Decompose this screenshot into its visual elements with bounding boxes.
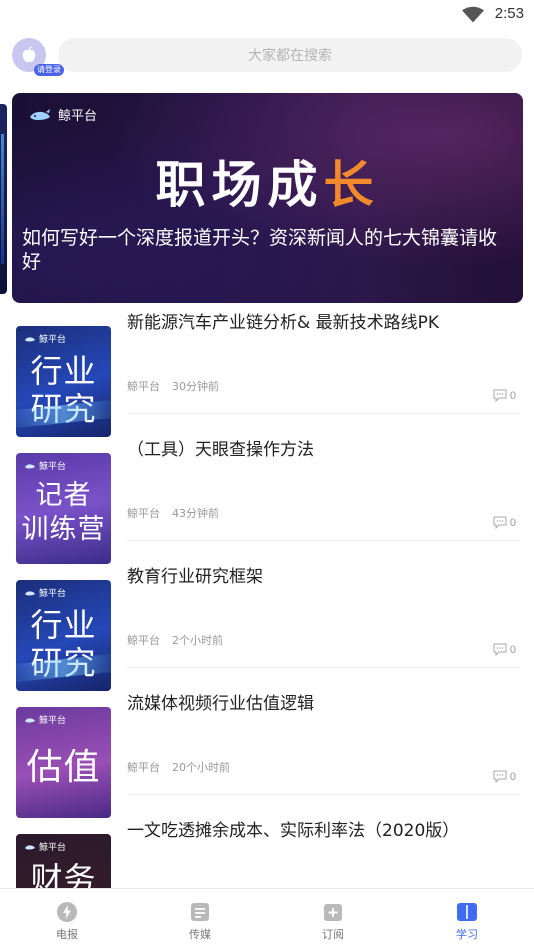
thumb-title: 记者 训练营 — [16, 479, 111, 547]
article-source: 鲸平台 — [127, 634, 160, 647]
tab-label: 电报 — [56, 928, 78, 941]
comment-icon — [493, 389, 507, 402]
article-thumbnail: 鲸平台 估值 — [16, 707, 111, 818]
tab-label: 订阅 — [322, 928, 344, 941]
article-thumbnail: 鲸平台 行业 研究 — [16, 580, 111, 691]
list-item[interactable]: 鲸平台 估值 流媒体视频行业估值逻辑 鲸平台 20个小时前 0 — [0, 689, 534, 818]
login-badge[interactable]: 请登录 — [34, 64, 64, 76]
search-input[interactable]: 大家都在搜索 — [58, 38, 522, 72]
thumb-brand-name: 鲸平台 — [39, 843, 67, 853]
comment-icon — [493, 516, 507, 529]
comment-number: 0 — [509, 770, 516, 783]
list-item[interactable]: 鲸平台 行业 研究 教育行业研究框架 鲸平台 2个小时前 0 — [0, 562, 534, 691]
comment-icon — [493, 770, 507, 783]
thumb-line-1: 行业 — [30, 606, 97, 644]
document-icon — [191, 903, 209, 921]
article-title[interactable]: 新能源汽车产业链分析& 最新技术路线PK — [127, 312, 514, 334]
article-title[interactable]: 流媒体视频行业估值逻辑 — [127, 693, 514, 715]
article-thumbnail: 鲸平台 记者 训练营 — [16, 453, 111, 564]
article-title[interactable]: 教育行业研究框架 — [127, 566, 514, 588]
add-subscription-icon — [324, 904, 342, 921]
divider — [127, 413, 518, 414]
banner-carousel[interactable]: 鲸平台 职场成长 如何写好一个深度报道开头？资深新闻人的七大锦囊请收好 — [12, 93, 523, 303]
comment-count[interactable]: 0 — [493, 389, 516, 402]
thumb-brand: 鲸平台 — [24, 840, 66, 853]
thumb-brand: 鲸平台 — [24, 586, 66, 599]
tab-label: 学习 — [456, 928, 478, 941]
article-meta: 鲸平台 30分钟前 — [127, 378, 219, 394]
thumb-brand: 鲸平台 — [24, 332, 66, 345]
article-meta: 鲸平台 43分钟前 — [127, 505, 219, 521]
comment-icon — [493, 643, 507, 656]
thumb-brand-name: 鲸平台 — [39, 462, 67, 472]
banner-headline-accent: 长 — [323, 155, 380, 214]
lightning-icon — [57, 902, 77, 922]
search-placeholder: 大家都在搜索 — [248, 48, 332, 64]
whale-logo-icon — [25, 336, 35, 341]
thumb-line-2: 训练营 — [21, 514, 106, 545]
thumb-title: 估值 — [16, 749, 111, 787]
thumb-line-2: 估值 — [26, 747, 101, 788]
list-item[interactable]: 鲸平台 记者 训练营 （工具）天眼查操作方法 鲸平台 43分钟前 0 — [0, 435, 534, 564]
banner-brand: 鲸平台 — [28, 105, 97, 124]
comment-number: 0 — [509, 389, 516, 402]
thumb-line-1: 记者 — [35, 480, 92, 511]
article-source: 鲸平台 — [127, 507, 160, 520]
article-time: 2个小时前 — [172, 634, 223, 647]
whale-logo-icon — [25, 463, 35, 468]
article-meta: 鲸平台 20个小时前 — [127, 759, 230, 775]
comment-count[interactable]: 0 — [493, 516, 516, 529]
tab-learning[interactable]: 学习 — [427, 901, 507, 942]
divider — [127, 794, 518, 795]
thumb-brand: 鲸平台 — [24, 459, 66, 472]
thumb-brand-name: 鲸平台 — [39, 589, 67, 599]
status-bar: 2:53 — [0, 0, 534, 30]
banner-brand-name: 鲸平台 — [58, 109, 98, 124]
comment-count[interactable]: 0 — [493, 643, 516, 656]
thumb-brand-name: 鲸平台 — [39, 335, 67, 345]
comment-number: 0 — [509, 516, 516, 529]
whale-logo-icon — [25, 717, 35, 722]
tab-telegraph[interactable]: 电报 — [27, 901, 107, 942]
whale-logo-icon — [25, 590, 35, 595]
tab-subscribe[interactable]: 订阅 — [293, 901, 373, 942]
article-title[interactable]: （工具）天眼查操作方法 — [127, 439, 514, 461]
banner-headline: 职场成长 — [12, 145, 523, 217]
article-time: 43分钟前 — [172, 507, 219, 520]
book-icon — [457, 903, 477, 921]
tab-media[interactable]: 传媒 — [160, 901, 240, 942]
article-source: 鲸平台 — [127, 380, 160, 393]
apple-icon — [22, 46, 36, 63]
whale-logo-icon — [25, 844, 35, 849]
article-time: 20个小时前 — [172, 761, 230, 774]
list-item[interactable]: 鲸平台 行业 研究 新能源汽车产业链分析& 最新技术路线PK 鲸平台 30分钟前… — [0, 308, 534, 437]
tab-label: 传媒 — [189, 928, 211, 941]
thumb-brand: 鲸平台 — [24, 713, 66, 726]
divider — [127, 667, 518, 668]
banner-prev-peek[interactable] — [0, 104, 7, 294]
article-source: 鲸平台 — [127, 761, 160, 774]
bottom-tab-bar: 电报 传媒 订阅 学习 — [0, 888, 534, 949]
thumb-brand-name: 鲸平台 — [39, 716, 67, 726]
comment-number: 0 — [509, 643, 516, 656]
wifi-icon — [462, 6, 484, 23]
clock: 2:53 — [494, 5, 524, 22]
whale-logo-icon — [30, 108, 50, 120]
banner-headline-main: 职场成 — [155, 155, 324, 214]
article-time: 30分钟前 — [172, 380, 219, 393]
banner-caption[interactable]: 如何写好一个深度报道开头？资深新闻人的七大锦囊请收好 — [22, 226, 505, 274]
article-meta: 鲸平台 2个小时前 — [127, 632, 223, 648]
comment-count[interactable]: 0 — [493, 770, 516, 783]
article-title[interactable]: 一文吃透摊余成本、实际利率法（2020版） — [127, 820, 514, 842]
header: 请登录 大家都在搜索 — [0, 36, 534, 76]
article-thumbnail: 鲸平台 行业 研究 — [16, 326, 111, 437]
divider — [127, 540, 518, 541]
thumb-line-1: 行业 — [30, 352, 97, 390]
